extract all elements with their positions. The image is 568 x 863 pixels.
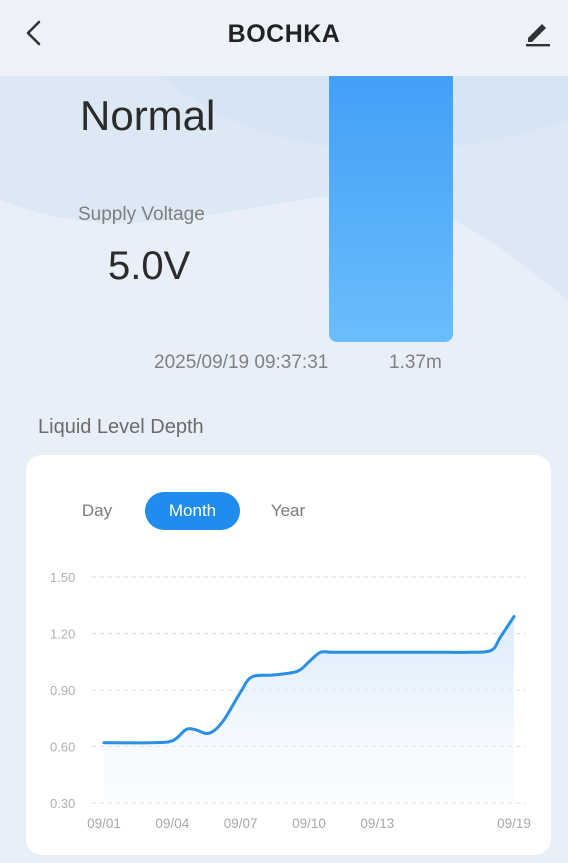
y-tick-label: 1.20 bbox=[50, 627, 75, 642]
section-title: Liquid Level Depth bbox=[38, 416, 204, 438]
y-tick-label: 0.60 bbox=[50, 740, 75, 755]
supply-voltage-label: Supply Voltage bbox=[78, 204, 205, 225]
page-title: BOCHKA bbox=[227, 20, 341, 48]
x-tick-label: 09/07 bbox=[224, 816, 258, 831]
x-tick-label: 09/04 bbox=[155, 816, 189, 831]
x-tick-label: 09/13 bbox=[360, 816, 394, 831]
app-header: BOCHKA bbox=[0, 0, 568, 76]
tab-day[interactable]: Day bbox=[66, 492, 128, 530]
liquid-level-value: 1.37m bbox=[389, 352, 442, 373]
liquid-level-chart: 1.50 1.20 0.90 0.60 0.30 09/01 09/04 09/07 09/10… bbox=[50, 570, 531, 831]
reading-timestamp: 2025/09/19 09:37:31 bbox=[154, 352, 329, 373]
supply-voltage-value: 5.0V bbox=[108, 244, 191, 288]
tab-month[interactable]: Month bbox=[145, 492, 240, 530]
tab-year[interactable]: Year bbox=[256, 492, 320, 530]
tank-level-bar bbox=[329, 76, 453, 342]
y-tick-label: 1.50 bbox=[50, 570, 75, 585]
x-tick-label: 09/01 bbox=[87, 816, 121, 831]
y-tick-label: 0.30 bbox=[50, 796, 75, 811]
device-status: Normal bbox=[80, 92, 216, 139]
area-fill bbox=[104, 616, 514, 803]
edit-pencil-icon[interactable] bbox=[522, 16, 554, 48]
x-tick-label: 09/10 bbox=[292, 816, 326, 831]
y-tick-label: 0.90 bbox=[50, 683, 75, 698]
x-tick-label: 09/19 bbox=[497, 816, 531, 831]
